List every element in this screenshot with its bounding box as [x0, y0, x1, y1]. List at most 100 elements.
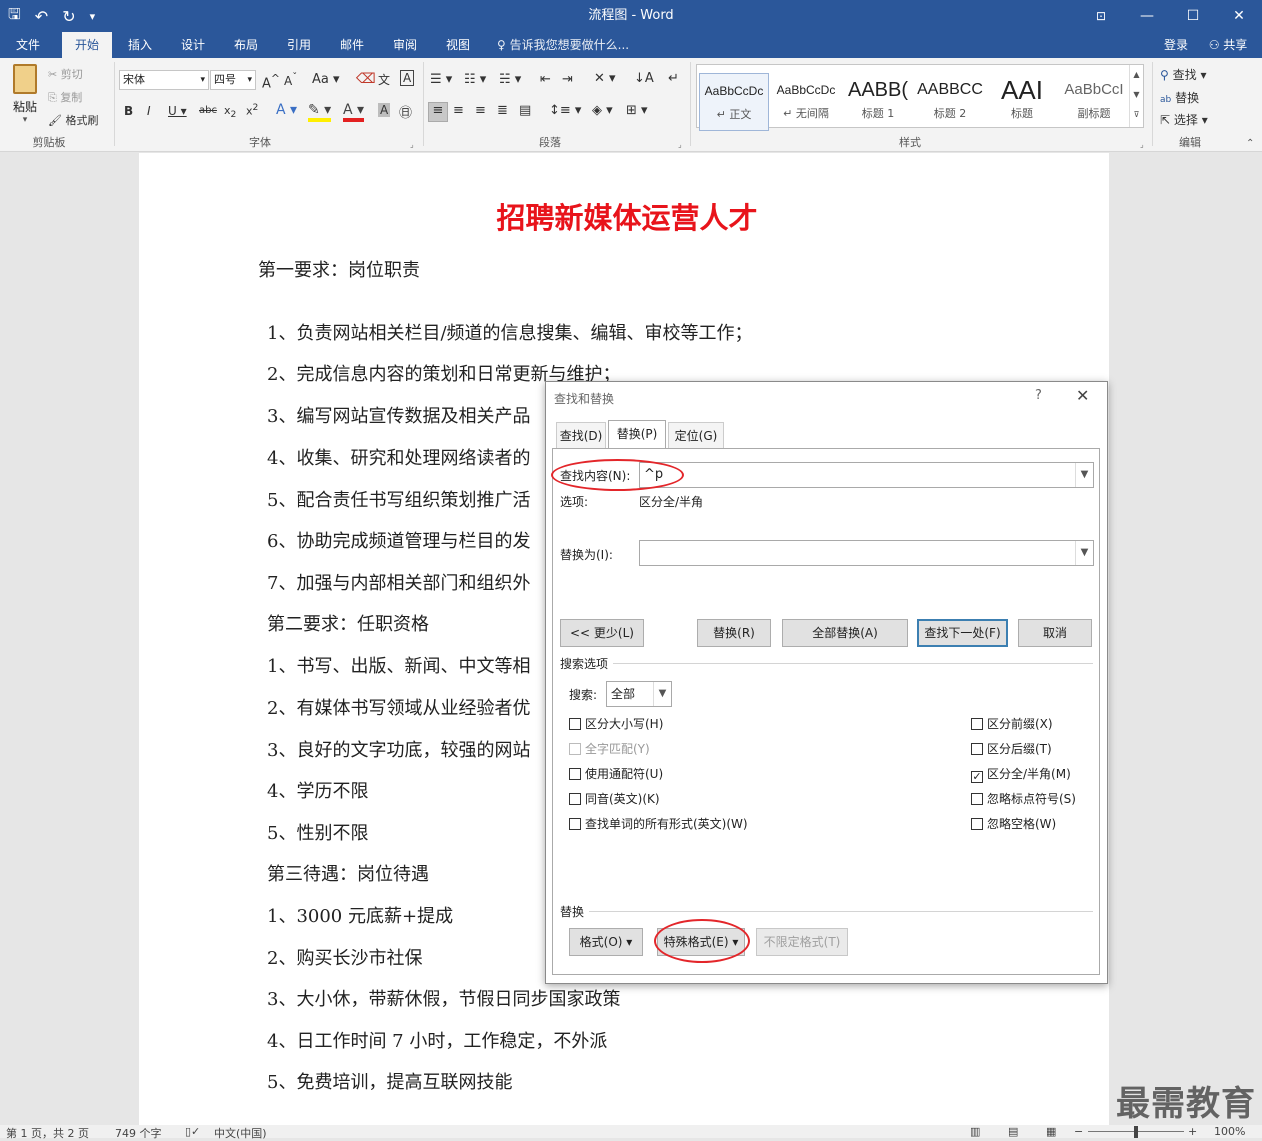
zoom-out-icon[interactable]: −	[1074, 1125, 1083, 1138]
tab-home[interactable]: 开始	[62, 32, 112, 58]
style-title[interactable]: AAI 标题	[987, 73, 1057, 131]
find-next-button[interactable]: 查找下一处(F)	[917, 619, 1008, 647]
styles-dialog-launcher-icon[interactable]: ⌟	[1140, 140, 1144, 149]
font-dialog-launcher-icon[interactable]: ⌟	[410, 140, 414, 149]
paste-button[interactable]: 粘贴 ▾	[10, 64, 40, 130]
format-button[interactable]: 格式(O) ▾	[569, 928, 643, 956]
bullets-icon[interactable]: ☰ ▾	[430, 72, 452, 87]
text-effects-icon[interactable]: A ▾	[276, 102, 297, 118]
all-word-forms-checkbox[interactable]: 查找单词的所有形式(英文)(W)	[569, 815, 748, 832]
sign-in-link[interactable]: 登录	[1158, 32, 1194, 58]
style-heading-1[interactable]: AABB( 标题 1	[843, 73, 913, 131]
language-indicator[interactable]: 中文(中国)	[214, 1125, 267, 1141]
character-border-icon[interactable]: A	[400, 70, 415, 86]
tab-replace[interactable]: 替换(P)	[608, 420, 666, 448]
tab-goto[interactable]: 定位(G)	[668, 422, 724, 448]
tab-references[interactable]: 引用	[277, 32, 321, 58]
format-painter-button[interactable]: 🖌 格式刷	[48, 112, 98, 128]
font-size-combo[interactable]: 四号 ▾	[210, 70, 256, 90]
tab-review[interactable]: 审阅	[383, 32, 427, 58]
zoom-slider-thumb[interactable]	[1134, 1126, 1138, 1138]
replace-button[interactable]: ab 替换	[1160, 89, 1199, 106]
shading-icon[interactable]: ◈ ▾	[592, 103, 613, 118]
minimize-button[interactable]: —	[1124, 0, 1170, 32]
font-name-combo[interactable]: 宋体 ▾	[119, 70, 209, 90]
decrease-indent-icon[interactable]: ⇤	[540, 72, 551, 87]
tab-layout[interactable]: 布局	[224, 32, 268, 58]
word-count[interactable]: 749 个字	[115, 1125, 162, 1141]
collapse-ribbon-icon[interactable]: ⌃	[1246, 138, 1254, 149]
align-left-icon[interactable]: ≡	[428, 102, 448, 122]
align-right-icon[interactable]: ≡	[475, 103, 486, 118]
tell-me-box[interactable]: ♀ 告诉我您想要做什么...	[497, 32, 647, 58]
phonetic-guide-icon[interactable]: 文	[378, 71, 390, 88]
change-case-icon[interactable]: Aa ▾	[312, 72, 340, 87]
replace-with-input[interactable]: ▼	[639, 540, 1094, 566]
grow-font-icon[interactable]: A^	[262, 72, 280, 91]
style-subtitle[interactable]: AaBbCcI 副标题	[1059, 73, 1129, 131]
match-prefix-checkbox[interactable]: 区分前缀(X)	[971, 715, 1053, 732]
less-button[interactable]: << 更少(L)	[560, 619, 644, 647]
sounds-like-checkbox[interactable]: 同音(英文)(K)	[569, 790, 660, 807]
cut-button[interactable]: ✂ 剪切	[48, 66, 83, 82]
wildcards-checkbox[interactable]: 使用通配符(U)	[569, 765, 663, 782]
proofing-icon[interactable]: ▯✓	[185, 1125, 200, 1138]
paragraph-dialog-launcher-icon[interactable]: ⌟	[678, 140, 682, 149]
ribbon-display-icon[interactable]: ⊡	[1078, 0, 1124, 32]
match-suffix-checkbox[interactable]: 区分后缀(T)	[971, 740, 1052, 757]
share-button[interactable]: ⚇ 共享	[1198, 32, 1258, 58]
increase-indent-icon[interactable]: ⇥	[562, 72, 573, 87]
sort-icon[interactable]: ↓A	[634, 71, 654, 86]
chinese-layout-icon[interactable]: ✕ ▾	[594, 71, 616, 86]
clear-format-icon[interactable]: ⌫	[356, 71, 376, 87]
chevron-down-icon[interactable]: ▼	[1075, 463, 1093, 487]
style-no-spacing[interactable]: AaBbCcDc ↵ 无间隔	[771, 73, 841, 131]
maximize-button[interactable]: ☐	[1170, 0, 1216, 32]
character-shading-icon[interactable]: A	[378, 103, 391, 117]
line-spacing-icon[interactable]: ↕≡ ▾	[549, 103, 581, 118]
bold-icon[interactable]: B	[124, 104, 133, 118]
find-what-input[interactable]: ^p ▼	[639, 462, 1094, 488]
chevron-down-icon[interactable]: ▼	[1075, 541, 1093, 565]
replace-button[interactable]: 替换(R)	[697, 619, 771, 647]
styles-scroll[interactable]: ▲ ▼ ⊽	[1129, 65, 1143, 127]
search-direction-select[interactable]: 全部 ▼	[606, 681, 672, 707]
align-center-icon[interactable]: ≡	[453, 103, 464, 118]
copy-button[interactable]: ⎘ 复制	[48, 89, 82, 105]
ignore-whitespace-checkbox[interactable]: 忽略空格(W)	[971, 815, 1056, 832]
help-icon[interactable]: ?	[1035, 388, 1042, 403]
numbering-icon[interactable]: ☷ ▾	[464, 72, 486, 87]
select-button[interactable]: ⇱ 选择 ▾	[1160, 111, 1208, 128]
show-marks-icon[interactable]: ↵	[668, 71, 679, 86]
justify-icon[interactable]: ≣	[497, 103, 508, 118]
dialog-close-icon[interactable]: ✕	[1076, 386, 1089, 405]
shrink-font-icon[interactable]: Aˇ	[284, 72, 297, 88]
tab-mailings[interactable]: 邮件	[330, 32, 374, 58]
underline-icon[interactable]: U ▾	[168, 104, 187, 118]
web-layout-icon[interactable]: ▦	[1046, 1125, 1056, 1138]
read-mode-icon[interactable]: ▥	[970, 1125, 980, 1138]
tab-insert[interactable]: 插入	[118, 32, 162, 58]
enclose-char-icon[interactable]: ㊐	[399, 102, 412, 121]
find-button[interactable]: ⚲ 查找 ▾	[1160, 66, 1206, 83]
close-button[interactable]: ✕	[1216, 0, 1262, 32]
page-count[interactable]: 第 1 页，共 2 页	[6, 1125, 89, 1141]
subscript-icon[interactable]: x2	[224, 104, 236, 120]
font-color-icon[interactable]: A ▾	[343, 102, 365, 122]
zoom-in-icon[interactable]: +	[1188, 1125, 1197, 1138]
match-case-checkbox[interactable]: 区分大小写(H)	[569, 715, 663, 732]
tab-design[interactable]: 设计	[171, 32, 215, 58]
replace-all-button[interactable]: 全部替换(A)	[782, 619, 908, 647]
match-width-checkbox[interactable]: ✓ 区分全/半角(M)	[971, 765, 1071, 783]
style-normal[interactable]: AaBbCcDc ↵ 正文	[699, 73, 769, 131]
tab-find[interactable]: 查找(D)	[556, 422, 606, 448]
ignore-punctuation-checkbox[interactable]: 忽略标点符号(S)	[971, 790, 1076, 807]
cancel-button[interactable]: 取消	[1018, 619, 1092, 647]
highlight-icon[interactable]: ✎ ▾	[308, 102, 332, 122]
strikethrough-icon[interactable]: abc	[199, 105, 217, 116]
multilevel-list-icon[interactable]: ☵ ▾	[499, 72, 521, 87]
style-heading-2[interactable]: AABBCC 标题 2	[915, 73, 985, 131]
print-layout-icon[interactable]: ▤	[1008, 1125, 1018, 1138]
distributed-icon[interactable]: ▤	[519, 103, 531, 118]
tab-file[interactable]: 文件	[6, 32, 50, 58]
